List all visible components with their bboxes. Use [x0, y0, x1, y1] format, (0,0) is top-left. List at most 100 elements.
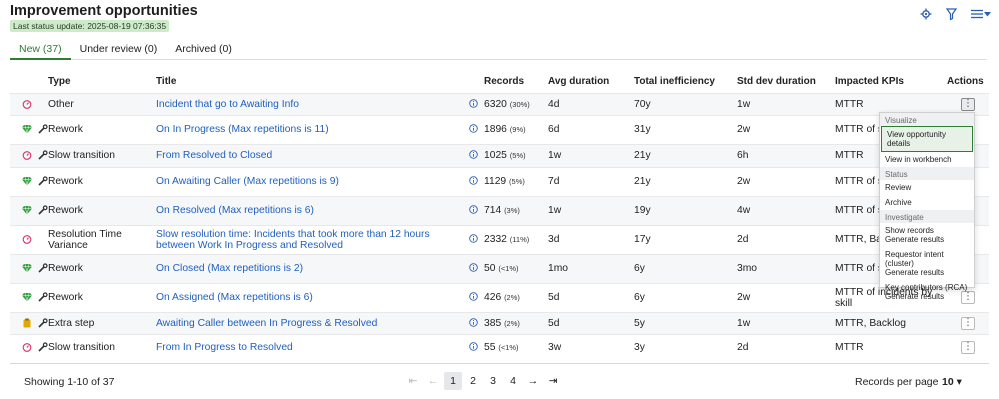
menu-item-label: Review	[885, 183, 912, 192]
menu-item-label: Requestor intent (cluster)	[885, 250, 944, 268]
wrench-icon	[38, 263, 48, 273]
gem-icon	[22, 176, 32, 186]
opportunity-title-link[interactable]: On Assigned (Max repetitions is 6)	[156, 292, 313, 303]
records-pct: (5%)	[509, 177, 525, 186]
info-icon[interactable]	[462, 224, 484, 254]
gauge-icon	[22, 99, 32, 109]
opportunity-title-link[interactable]: From In Progress to Resolved	[156, 342, 293, 353]
total-inefficiency: 70y	[634, 92, 737, 115]
info-icon[interactable]	[462, 253, 484, 283]
info-icon[interactable]	[462, 92, 484, 115]
opportunity-title-link[interactable]: On In Progress (Max repetitions is 11)	[156, 124, 329, 135]
col-title[interactable]: Title	[156, 71, 462, 93]
wrench-icon	[38, 318, 48, 328]
last-page-icon[interactable]: ⇥	[544, 372, 562, 390]
menu-item[interactable]: Key contributors (RCA) Generate results	[880, 280, 974, 304]
table-row[interactable]: Slow transition From Resolved to Closed 10…	[10, 143, 989, 167]
total-inefficiency: 6y	[634, 282, 737, 312]
records-value: 1129	[484, 176, 507, 187]
records-value: 55	[484, 341, 496, 353]
settings-icon[interactable]	[920, 8, 932, 20]
row-type: Slow transition	[48, 333, 156, 360]
table-row[interactable]: Rework On Closed (Max repetitions is 2) 50…	[10, 253, 989, 283]
avg-duration: 1mo	[548, 253, 634, 283]
std-dev-duration: 2d	[737, 224, 835, 254]
avg-duration: 3d	[548, 224, 634, 254]
row-type: Rework	[48, 114, 156, 144]
info-icon[interactable]	[462, 311, 484, 334]
std-dev-duration: 2w	[737, 282, 835, 312]
wrench-icon	[38, 124, 48, 134]
opportunity-title-link[interactable]: Slow resolution time: Incidents that too…	[156, 229, 430, 251]
row-type: Rework	[48, 166, 156, 196]
row-actions-button[interactable]: ⋮	[961, 97, 975, 111]
records-pct: (11%)	[509, 235, 530, 244]
total-inefficiency: 6y	[634, 253, 737, 283]
page-3[interactable]: 3	[484, 372, 502, 390]
menu-item[interactable]: Review	[880, 180, 974, 195]
col-actions: Actions	[947, 76, 984, 88]
filter-icon[interactable]	[946, 8, 957, 20]
tab-1[interactable]: Under review (0)	[71, 40, 167, 59]
records-value: 50	[484, 263, 496, 274]
opportunity-title-link[interactable]: From Resolved to Closed	[156, 150, 272, 161]
menu-item[interactable]: View opportunity details	[881, 126, 973, 152]
menu-item[interactable]: Show records Generate results	[880, 223, 974, 247]
menu-item[interactable]: Requestor intent (cluster) Generate resul…	[880, 247, 974, 280]
table-row[interactable]: Rework On Assigned (Max repetitions is 6)…	[10, 282, 989, 312]
col-std-dev[interactable]: Std dev duration	[737, 71, 835, 93]
std-dev-duration: 4w	[737, 195, 835, 225]
info-icon[interactable]	[462, 333, 484, 360]
first-page-icon[interactable]: ⇤	[404, 372, 422, 390]
tab-0[interactable]: New (37)	[10, 40, 71, 60]
gem-icon	[22, 124, 32, 134]
menu-item-sub: Generate results	[885, 235, 945, 244]
records-value: 1025	[484, 150, 507, 161]
std-dev-duration: 2d	[737, 333, 835, 360]
opportunity-title-link[interactable]: On Resolved (Max repetitions is 6)	[156, 205, 314, 216]
col-records[interactable]: Records	[484, 71, 548, 93]
menu-item[interactable]: View in workbench	[880, 152, 974, 167]
total-inefficiency: 17y	[634, 224, 737, 254]
info-icon[interactable]	[462, 143, 484, 167]
col-type[interactable]: Type	[48, 71, 156, 93]
info-icon[interactable]	[462, 195, 484, 225]
records-value: 385	[484, 317, 502, 329]
wrench-icon	[38, 176, 48, 186]
list-menu-icon[interactable]	[971, 9, 991, 19]
table-row[interactable]: Rework On Resolved (Max repetitions is 6)…	[10, 195, 989, 225]
table-row[interactable]: Rework On In Progress (Max repetitions is…	[10, 114, 989, 144]
info-icon[interactable]	[462, 114, 484, 144]
col-kpis[interactable]: Impacted KPIs	[835, 71, 947, 93]
opportunity-title-link[interactable]: Awaiting Caller between In Progress & Re…	[156, 318, 377, 329]
records-per-page-label: Records per page	[855, 376, 939, 388]
opportunity-title-link[interactable]: On Closed (Max repetitions is 2)	[156, 263, 303, 274]
table-row[interactable]: Resolution Time Variance Slow resolution …	[10, 224, 989, 254]
avg-duration: 1w	[548, 143, 634, 167]
row-actions-button[interactable]: ⋮	[961, 340, 975, 354]
row-actions-button[interactable]: ⋮	[961, 316, 975, 330]
info-icon[interactable]	[462, 282, 484, 312]
opportunity-title-link[interactable]: Incident that go to Awaiting Info	[156, 99, 299, 110]
col-avg-duration[interactable]: Avg duration	[548, 71, 634, 93]
table-row[interactable]: Extra step Awaiting Caller between In Pro…	[10, 311, 989, 334]
menu-item[interactable]: Archive	[880, 195, 974, 210]
col-total-inefficiency[interactable]: Total inefficiency	[634, 71, 737, 93]
next-page-icon[interactable]: →	[524, 372, 542, 390]
tab-2[interactable]: Archived (0)	[166, 40, 241, 59]
records-per-page-select[interactable]: 10 ▾	[942, 376, 962, 388]
status-badge: Last status update: 2025-08-19 07:36:35	[10, 20, 170, 32]
page-2[interactable]: 2	[464, 372, 482, 390]
page-1[interactable]: 1	[444, 372, 462, 390]
table-row[interactable]: Slow transition From In Progress to Resol…	[10, 333, 989, 360]
opportunity-title-link[interactable]: On Awaiting Caller (Max repetitions is 9…	[156, 176, 339, 187]
table-row[interactable]: Rework On Awaiting Caller (Max repetition…	[10, 166, 989, 196]
total-inefficiency: 21y	[634, 143, 737, 167]
info-icon[interactable]	[462, 166, 484, 196]
clipboard-icon	[22, 318, 32, 328]
page-4[interactable]: 4	[504, 372, 522, 390]
page-title: Improvement opportunities	[10, 3, 198, 19]
prev-page-icon[interactable]: ←	[424, 372, 442, 390]
table-row[interactable]: Other Incident that go to Awaiting Info 63…	[10, 92, 989, 115]
std-dev-duration: 6h	[737, 143, 835, 167]
